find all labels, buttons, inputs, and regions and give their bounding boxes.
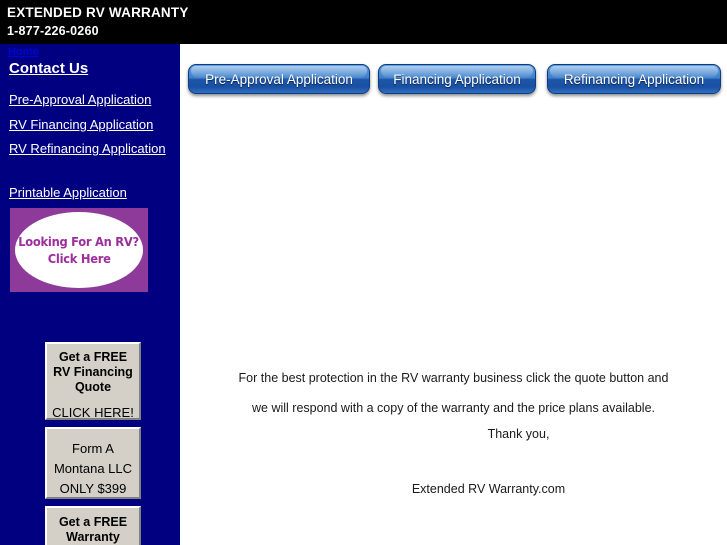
- rv-banner-ellipse: Looking For An RV? Click Here: [15, 212, 143, 288]
- page-root: EXTENDED RV WARRANTY 1-877-226-0260 Home…: [0, 0, 727, 545]
- rv-financing-quote-cta: CLICK HERE!: [52, 405, 134, 420]
- company-name-text: Extended RV Warranty.com: [411, 482, 566, 496]
- montana-llc-button[interactable]: Form A Montana LLC ONLY $399: [45, 427, 141, 499]
- sidebar-item-pre-approval-application[interactable]: Pre-Approval Application: [9, 89, 151, 110]
- rv-banner-line-1: Looking For An RV?: [18, 234, 140, 249]
- refinancing-application-button[interactable]: Refinancing Application: [547, 64, 721, 94]
- body-paragraph-line-2: we will respond with a copy of the warra…: [252, 401, 655, 415]
- montana-llc-line-3: ONLY $399: [59, 481, 127, 496]
- signoff-text: Thank you,: [487, 427, 550, 441]
- body-paragraph-line-1: For the best protection in the RV warran…: [238, 371, 669, 385]
- site-title: EXTENDED RV WARRANTY: [7, 5, 189, 20]
- sidebar-item-contact-us[interactable]: Contact Us: [9, 60, 88, 77]
- rv-financing-quote-button[interactable]: Get a FREE RV Financing Quote CLICK HERE…: [45, 342, 141, 420]
- refinancing-application-button-label: Refinancing Application: [563, 71, 705, 87]
- sidebar: Home Contact Us Pre-Approval Application…: [0, 44, 180, 545]
- pre-approval-application-button[interactable]: Pre-Approval Application: [188, 64, 370, 94]
- sidebar-item-printable-application[interactable]: Printable Application: [9, 182, 127, 203]
- financing-application-button-label: Financing Application: [393, 71, 521, 87]
- montana-llc-line-1: Form A: [72, 441, 114, 456]
- sidebar-item-rv-financing-application[interactable]: RV Financing Application: [9, 114, 153, 135]
- warranty-quote-line-1: Get a FREE: [58, 515, 128, 529]
- sidebar-item-rv-refinancing-application[interactable]: RV Refinancing Application: [9, 138, 169, 159]
- sidebar-item-home[interactable]: Home: [8, 46, 39, 58]
- rv-financing-quote-line-2: RV Financing: [53, 365, 133, 379]
- financing-application-button[interactable]: Financing Application: [378, 64, 536, 94]
- rv-banner-line-2: Click Here: [47, 251, 111, 266]
- looking-for-rv-banner[interactable]: Looking For An RV? Click Here: [10, 208, 148, 292]
- site-phone-number: 1-877-226-0260: [7, 24, 99, 38]
- montana-llc-line-2: Montana LLC: [53, 461, 133, 476]
- rv-financing-quote-line-3: Quote: [74, 380, 112, 394]
- warranty-quote-button[interactable]: Get a FREE Warranty Quote SAVE MONEY HER…: [45, 506, 141, 545]
- pre-approval-application-button-label: Pre-Approval Application: [205, 71, 353, 87]
- site-header: EXTENDED RV WARRANTY 1-877-226-0260: [0, 0, 727, 44]
- application-button-row: Pre-Approval Application Financing Appli…: [180, 64, 727, 98]
- rv-financing-quote-line-1: Get a FREE: [58, 350, 128, 364]
- main-content: Pre-Approval Application Financing Appli…: [180, 44, 727, 545]
- warranty-quote-line-2: Warranty: [66, 530, 120, 544]
